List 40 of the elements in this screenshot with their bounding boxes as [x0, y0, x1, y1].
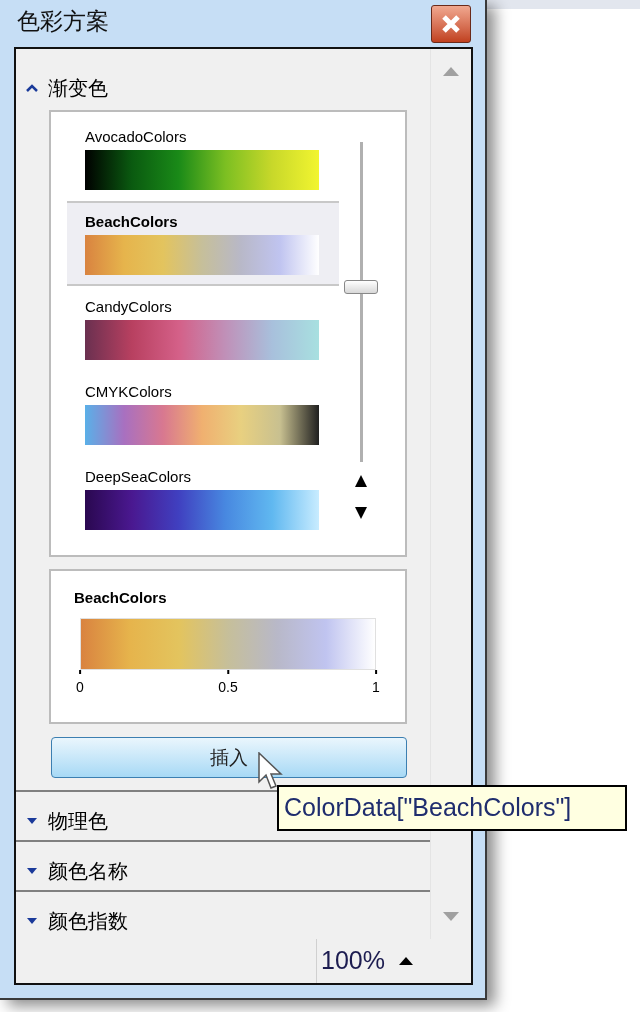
- gradient-list-item[interactable]: CMYKColors: [67, 371, 339, 456]
- axis-tick: [227, 670, 229, 674]
- section-header[interactable]: 颜色指数: [16, 892, 430, 940]
- expand-caret-icon[interactable]: [26, 817, 38, 825]
- window-title: 色彩方案: [17, 7, 109, 36]
- section-header[interactable]: 颜色名称: [16, 842, 430, 890]
- tick-label: 1: [372, 678, 380, 696]
- gradient-name: DeepSeaColors: [85, 467, 192, 487]
- section-header[interactable]: 渐变色: [16, 49, 430, 102]
- section-label: 颜色指数: [48, 908, 128, 934]
- section-label: 物理色: [48, 808, 108, 834]
- close-button[interactable]: [431, 5, 471, 43]
- tick-label: 0.5: [218, 678, 238, 696]
- gradient-name: CMYKColors: [85, 382, 173, 402]
- slider-thumb[interactable]: [343, 279, 378, 294]
- section-label: 颜色名称: [48, 858, 128, 884]
- zoom-caret-icon: [399, 957, 413, 965]
- gradient-name: AvocadoColors: [85, 127, 188, 147]
- gradient-list-item[interactable]: CandyColors: [67, 286, 339, 371]
- gradient-list-item[interactable]: AvocadoColors: [67, 116, 339, 201]
- expand-caret-icon[interactable]: [26, 867, 38, 875]
- zoom-control[interactable]: 100%: [316, 939, 413, 983]
- preview-name: BeachColors: [74, 588, 168, 608]
- scroll-down-icon[interactable]: [354, 506, 368, 520]
- axis-tick: [375, 670, 377, 674]
- expand-caret-icon[interactable]: [26, 917, 38, 925]
- tick-label: 0: [76, 678, 84, 696]
- axis-tick: [79, 670, 81, 674]
- section-label: 渐变色: [48, 74, 108, 101]
- zoom-level: 100%: [321, 945, 385, 977]
- insert-button[interactable]: 插入: [51, 737, 407, 778]
- gradient-list-item[interactable]: BeachColors: [67, 201, 339, 286]
- gradient-list-item[interactable]: DeepSeaColors: [67, 456, 339, 541]
- scroll-up-icon[interactable]: [354, 474, 368, 488]
- gradient-name: BeachColors: [85, 212, 179, 232]
- gradient-name: CandyColors: [85, 297, 173, 317]
- mouse-pointer-icon: [258, 752, 284, 792]
- collapse-caret-icon[interactable]: [26, 83, 38, 92]
- tooltip: ColorData["BeachColors"]: [277, 785, 627, 831]
- close-icon: [441, 15, 461, 33]
